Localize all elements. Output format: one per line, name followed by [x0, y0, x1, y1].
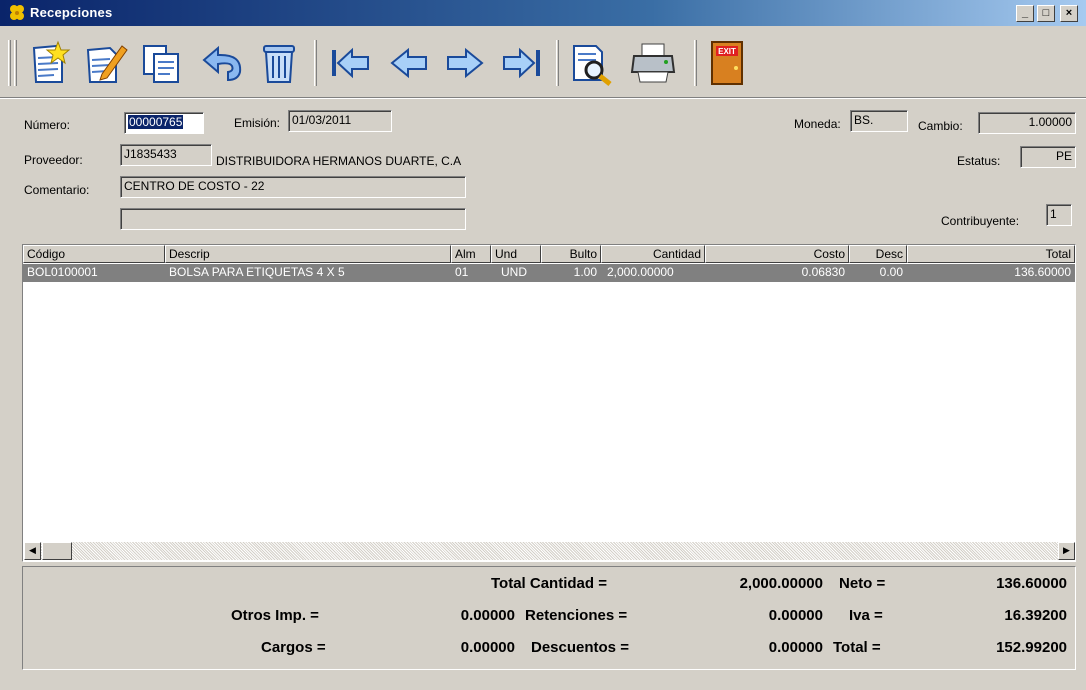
cell-cantidad: 2,000.00000: [607, 265, 674, 279]
col-header-desc[interactable]: Desc: [849, 245, 907, 263]
col-header-cantidad[interactable]: Cantidad: [601, 245, 705, 263]
cell-desc: 0.00: [879, 265, 903, 279]
proveedor-codigo-field[interactable]: J1835433: [120, 144, 212, 166]
numero-field[interactable]: 00000765: [124, 112, 204, 134]
last-record-icon[interactable]: [496, 40, 546, 86]
exit-door-icon[interactable]: EXIT: [702, 40, 752, 86]
maximize-button[interactable]: □: [1037, 5, 1055, 22]
otros-imp-label: Otros Imp. =: [231, 607, 319, 624]
estatus-label: Estatus:: [957, 154, 1001, 168]
otros-imp-value: 0.00000: [460, 607, 515, 624]
previous-record-icon[interactable]: [384, 40, 434, 86]
toolbar-divider: [0, 97, 1086, 99]
iva-label: Iva =: [849, 607, 883, 624]
horizontal-scrollbar[interactable]: ◀ ▶: [24, 542, 1075, 560]
col-header-alm[interactable]: Alm: [451, 245, 491, 263]
cell-costo: 0.06830: [801, 265, 845, 279]
neto-value: 136.60000: [996, 575, 1067, 592]
cambio-label: Cambio:: [918, 119, 963, 133]
title-bar[interactable]: Recepciones _ □ ×: [0, 0, 1086, 26]
cargos-label: Cargos =: [261, 639, 326, 656]
emision-field[interactable]: 01/03/2011: [288, 110, 392, 132]
recepciones-window: Recepciones _ □ × EXIT Número: 00000765 …: [0, 0, 1086, 690]
undo-icon[interactable]: [198, 40, 248, 86]
col-header-costo[interactable]: Costo: [705, 245, 849, 263]
descuentos-value: 0.00000: [768, 639, 823, 656]
descuentos-label: Descuentos =: [531, 639, 629, 656]
moneda-label: Moneda:: [794, 117, 841, 131]
total-label: Total =: [833, 639, 881, 656]
moneda-field[interactable]: BS.: [850, 110, 908, 132]
cell-codigo: BOL0100001: [27, 265, 98, 279]
new-document-icon[interactable]: [24, 40, 74, 86]
toolbar-separator: [314, 40, 317, 86]
col-header-codigo[interactable]: Código: [23, 245, 165, 263]
cambio-field[interactable]: 1.00000: [978, 112, 1076, 134]
retenciones-value: 0.00000: [768, 607, 823, 624]
next-record-icon[interactable]: [440, 40, 490, 86]
totals-panel: Total Cantidad = 2,000.00000 Neto = 136.…: [22, 566, 1076, 670]
scroll-thumb[interactable]: [42, 542, 72, 560]
numero-label: Número:: [24, 118, 71, 132]
search-document-icon[interactable]: [566, 40, 616, 86]
cell-und: UND: [501, 265, 527, 279]
copy-documents-icon[interactable]: [138, 40, 188, 86]
total-value: 152.99200: [996, 639, 1067, 656]
col-header-bulto[interactable]: Bulto: [541, 245, 601, 263]
contribuyente-field[interactable]: 1: [1046, 204, 1072, 226]
toolbar-separator: [694, 40, 697, 86]
col-header-und[interactable]: Und: [491, 245, 541, 263]
comentario-field-1[interactable]: CENTRO DE COSTO - 22: [120, 176, 466, 198]
col-header-total[interactable]: Total: [907, 245, 1075, 263]
trash-can-icon[interactable]: [254, 40, 304, 86]
contribuyente-label: Contribuyente:: [941, 214, 1020, 228]
table-row[interactable]: BOL0100001 BOLSA PARA ETIQUETAS 4 X 5 01…: [23, 264, 1075, 282]
total-cantidad-value: 2,000.00000: [739, 575, 823, 592]
toolbar-grip: [8, 40, 11, 86]
exit-label: EXIT: [718, 47, 736, 56]
toolbar-grip: [14, 40, 17, 86]
window-title: Recepciones: [30, 5, 113, 20]
retenciones-label: Retenciones =: [525, 607, 628, 624]
cell-descrip: BOLSA PARA ETIQUETAS 4 X 5: [169, 265, 345, 279]
first-record-icon[interactable]: [326, 40, 376, 86]
printer-icon[interactable]: [628, 40, 678, 86]
close-button[interactable]: ×: [1060, 5, 1078, 22]
toolbar-separator: [556, 40, 559, 86]
numero-value: 00000765: [128, 115, 184, 129]
minimize-button[interactable]: _: [1016, 5, 1034, 22]
toolbar: EXIT: [0, 26, 1086, 98]
comentario-field-2[interactable]: [120, 208, 466, 230]
edit-document-icon[interactable]: [80, 40, 130, 86]
cargos-value: 0.00000: [460, 639, 515, 656]
proveedor-nombre: DISTRIBUIDORA HERMANOS DUARTE, C.A: [216, 154, 462, 168]
iva-value: 16.39200: [1004, 607, 1067, 624]
emision-label: Emisión:: [234, 116, 281, 130]
cell-bulto: 1.00: [573, 265, 597, 279]
col-header-descrip[interactable]: Descrip: [165, 245, 451, 263]
scroll-left-button[interactable]: ◀: [24, 542, 41, 560]
estatus-field[interactable]: PE: [1020, 146, 1076, 168]
cell-total: 136.60000: [1014, 265, 1071, 279]
scroll-right-button[interactable]: ▶: [1058, 542, 1075, 560]
proveedor-label: Proveedor:: [24, 153, 83, 167]
comentario-label: Comentario:: [24, 183, 90, 197]
total-cantidad-label: Total Cantidad =: [491, 575, 607, 592]
clover-app-icon: [10, 5, 24, 20]
neto-label: Neto =: [839, 575, 886, 592]
items-grid[interactable]: Código Descrip Alm Und Bulto Cantidad Co…: [22, 244, 1076, 562]
cell-alm: 01: [455, 265, 469, 279]
